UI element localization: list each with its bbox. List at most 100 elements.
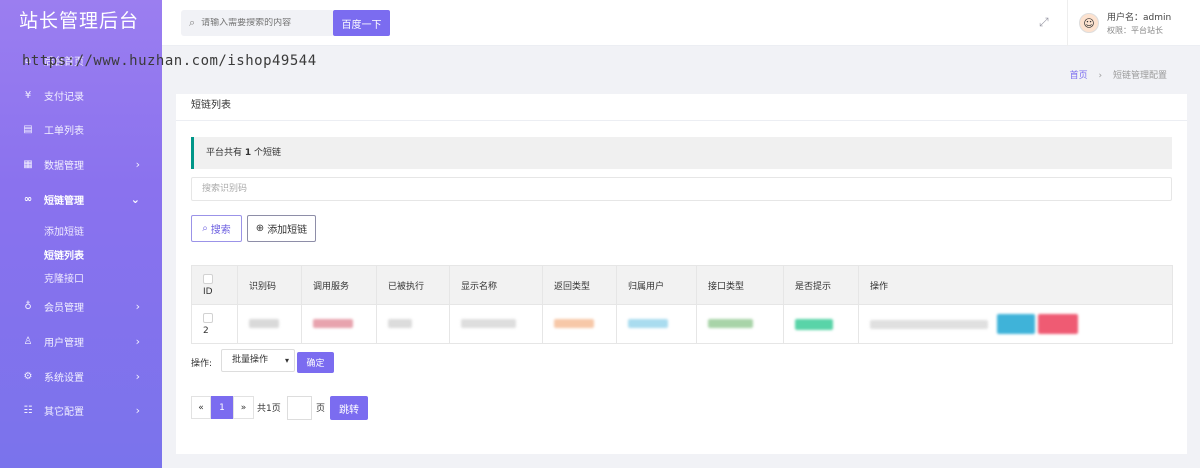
- sidebar-item-payments[interactable]: ¥ 支付记录: [0, 82, 162, 108]
- cell-owner-blurred: [616, 304, 697, 344]
- cell-code-blurred: [237, 304, 302, 344]
- col-header-executed: 已被执行: [376, 265, 450, 305]
- user-profile[interactable]: ☺ 用户名：admin 权限：平台站长: [1067, 0, 1200, 46]
- plus-circle-icon: ⊕: [255, 223, 265, 234]
- user-role: 权限：平台站长: [1107, 26, 1163, 35]
- cell-id: 2: [191, 304, 238, 344]
- fullscreen-icon[interactable]: ⤢: [1039, 15, 1049, 30]
- add-shortlink-button[interactable]: ⊕ 添加短链: [247, 215, 316, 242]
- notice-prefix: 平台共有: [206, 148, 245, 158]
- settings-icon: ⚙: [23, 370, 33, 382]
- batch-select-value: 批量操作: [232, 355, 269, 365]
- page-jump-input[interactable]: [287, 396, 312, 420]
- breadcrumb-home[interactable]: 首页: [1070, 71, 1088, 81]
- count-notice: 平台共有 1 个短链: [191, 137, 1172, 169]
- notice-suffix: 个短链: [251, 148, 282, 158]
- chevron-right-icon: ›: [135, 334, 140, 348]
- search-icon: ⌕: [189, 16, 196, 29]
- shortlink-table: ID 识别码 调用服务 已被执行 显示名称 返回类型 归属用户 接口类型 是否提…: [191, 265, 1173, 344]
- sidebar-item-users[interactable]: ♙ 用户管理 ›: [0, 328, 162, 354]
- card-title: 短链列表: [176, 94, 1187, 121]
- sidebar: 站长管理后台 ⌂ 后台首页 ¥ 支付记录 ▤ 工单列表 ▦ 数据管理 › ∞ 短…: [0, 0, 162, 468]
- col-header-prompt: 是否提示: [783, 265, 859, 305]
- other-icon: ☷: [23, 404, 33, 416]
- page-total: 共1页: [257, 404, 281, 414]
- user-name: 用户名：admin: [1107, 13, 1172, 23]
- chevron-right-icon: ›: [135, 403, 140, 417]
- cell-actions: [858, 304, 1173, 344]
- sidebar-item-label: 系统设置: [44, 372, 84, 384]
- col-header-owner: 归属用户: [616, 265, 697, 305]
- col-header-service: 调用服务: [301, 265, 377, 305]
- row-checkbox[interactable]: [203, 312, 213, 323]
- sidebar-item-label: 短链管理: [44, 195, 84, 207]
- delete-button-blurred[interactable]: [1037, 314, 1078, 334]
- sidebar-subitem-clone-api[interactable]: 克隆接口: [44, 270, 84, 285]
- chevron-down-icon: ▾: [284, 356, 289, 365]
- add-button-label: 添加短链: [267, 225, 308, 236]
- table-row: 2: [191, 304, 1173, 344]
- sidebar-item-label: 用户管理: [44, 337, 84, 349]
- top-header: ⌕ 百度一下 ⤢ ☺ 用户名：admin 权限：平台站长: [162, 0, 1200, 46]
- link-icon: ∞: [23, 193, 33, 205]
- chevron-right-icon: ›: [135, 157, 140, 171]
- shortlink-card: 短链列表 平台共有 1 个短链 搜索识别码 ⌕ 搜索 ⊕ 添加短链 ID 识别码…: [176, 94, 1187, 454]
- sidebar-item-shortlinks[interactable]: ∞ 短链管理 ⌄: [0, 186, 162, 212]
- keyword-input[interactable]: 搜索识别码: [191, 177, 1172, 201]
- ticket-icon: ▤: [23, 123, 33, 135]
- sidebar-subitem-shortlink-list[interactable]: 短链列表: [44, 247, 84, 262]
- batch-confirm-button[interactable]: 确定: [297, 352, 334, 373]
- search-icon: ⌕: [202, 223, 208, 234]
- yen-icon: ¥: [24, 89, 32, 101]
- watermark-text: https://www.huzhan.com/ishop49544: [22, 53, 317, 69]
- page-unit-label: 页: [316, 404, 326, 414]
- sidebar-item-label: 其它配置: [44, 406, 84, 418]
- select-all-checkbox[interactable]: [203, 273, 213, 284]
- sidebar-item-members[interactable]: ♁ 会员管理 ›: [0, 293, 162, 319]
- data-icon: ▦: [23, 158, 33, 170]
- col-header-return-type: 返回类型: [542, 265, 617, 305]
- cell-service-blurred: [301, 304, 377, 344]
- sidebar-item-label: 支付记录: [44, 91, 84, 103]
- sidebar-item-label: 数据管理: [44, 160, 84, 172]
- user-icon: ♙: [23, 335, 33, 347]
- breadcrumb-separator: ›: [1098, 71, 1103, 81]
- header-search[interactable]: ⌕: [181, 10, 334, 36]
- search-input[interactable]: [201, 18, 322, 28]
- batch-label: 操作:: [191, 359, 213, 369]
- sidebar-item-label: 会员管理: [44, 302, 84, 314]
- cell-return-type-blurred: [542, 304, 617, 344]
- sidebar-item-settings[interactable]: ⚙ 系统设置 ›: [0, 363, 162, 389]
- col-header-actions: 操作: [858, 265, 1173, 305]
- chevron-down-icon: ⌄: [130, 192, 140, 206]
- sidebar-item-data[interactable]: ▦ 数据管理 ›: [0, 151, 162, 177]
- cell-executed-blurred: [376, 304, 450, 344]
- brand-title: 站长管理后台: [19, 10, 140, 32]
- breadcrumb: 首页 › 短链管理配置: [1070, 68, 1167, 81]
- sidebar-item-tickets[interactable]: ▤ 工单列表: [0, 116, 162, 142]
- avatar: ☺: [1079, 13, 1099, 33]
- page-current[interactable]: 1: [211, 396, 233, 419]
- chevron-right-icon: ›: [135, 369, 140, 383]
- sidebar-item-other[interactable]: ☷ 其它配置 ›: [0, 397, 162, 423]
- search-button[interactable]: ⌕ 搜索: [191, 215, 242, 242]
- breadcrumb-current: 短链管理配置: [1112, 71, 1167, 81]
- member-icon: ♁: [24, 300, 32, 312]
- col-header-id: ID: [191, 265, 238, 305]
- edit-button-blurred[interactable]: [996, 314, 1035, 334]
- cell-prompt-blurred: [783, 304, 859, 344]
- page-next-button[interactable]: »: [233, 396, 254, 419]
- sidebar-item-label: 工单列表: [44, 125, 84, 137]
- sidebar-subitem-add-shortlink[interactable]: 添加短链: [44, 223, 84, 238]
- col-header-code: 识别码: [237, 265, 302, 305]
- cell-display-name-blurred: [449, 304, 543, 344]
- col-header-display-name: 显示名称: [449, 265, 543, 305]
- page-prev-button[interactable]: «: [191, 396, 211, 419]
- chevron-right-icon: ›: [135, 299, 140, 313]
- batch-action-select[interactable]: 批量操作 ▾: [221, 349, 295, 372]
- page-jump-button[interactable]: 跳转: [330, 396, 368, 420]
- col-header-api-type: 接口类型: [696, 265, 784, 305]
- search-button-label: 搜索: [210, 225, 231, 236]
- baidu-search-button[interactable]: 百度一下: [333, 10, 390, 36]
- cell-api-type-blurred: [696, 304, 784, 344]
